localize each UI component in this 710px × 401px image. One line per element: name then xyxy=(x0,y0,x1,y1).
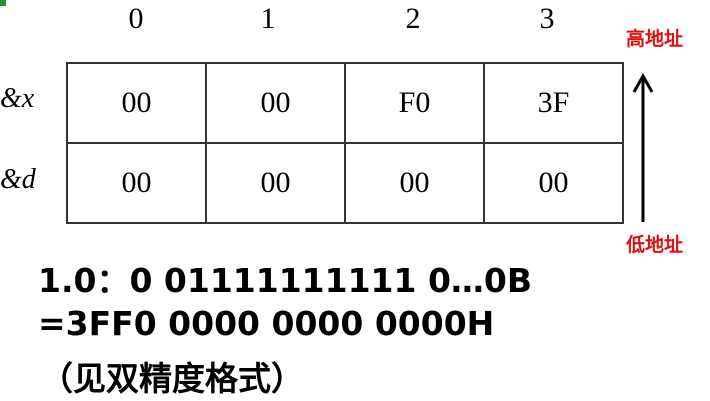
memory-cell: 00 xyxy=(66,142,207,224)
memory-row-x: 00 00 F0 3F xyxy=(66,62,624,144)
low-address-label: 低地址 xyxy=(626,234,684,256)
row-label-x: &x xyxy=(0,83,35,114)
row-label-d: &d xyxy=(0,164,36,195)
arrow-up-icon xyxy=(632,72,654,222)
corner-marker xyxy=(0,0,6,6)
column-index-3: 3 xyxy=(539,2,555,35)
memory-cell: 00 xyxy=(205,142,346,224)
hex-representation: =3FF0 0000 0000 0000H xyxy=(38,304,495,343)
column-index-2: 2 xyxy=(405,2,421,35)
memory-table: 00 00 F0 3F 00 00 00 00 xyxy=(66,62,624,224)
column-index-1: 1 xyxy=(260,2,276,35)
memory-cell: F0 xyxy=(344,62,485,144)
memory-cell: 00 xyxy=(483,142,624,224)
memory-cell: 00 xyxy=(344,142,485,224)
binary-representation: 1.0：0 01111111111 0…0B xyxy=(38,261,533,300)
column-index-0: 0 xyxy=(128,2,144,35)
memory-row-d: 00 00 00 00 xyxy=(66,142,624,224)
high-address-label: 高地址 xyxy=(626,28,684,50)
memory-layout-diagram: 0 1 2 3 &x &d 00 00 F0 3F 00 00 00 00 高地… xyxy=(0,0,710,401)
memory-cell: 00 xyxy=(205,62,346,144)
memory-cell: 3F xyxy=(483,62,624,144)
format-note: （见双精度格式） xyxy=(40,359,304,398)
memory-cell: 00 xyxy=(66,62,207,144)
